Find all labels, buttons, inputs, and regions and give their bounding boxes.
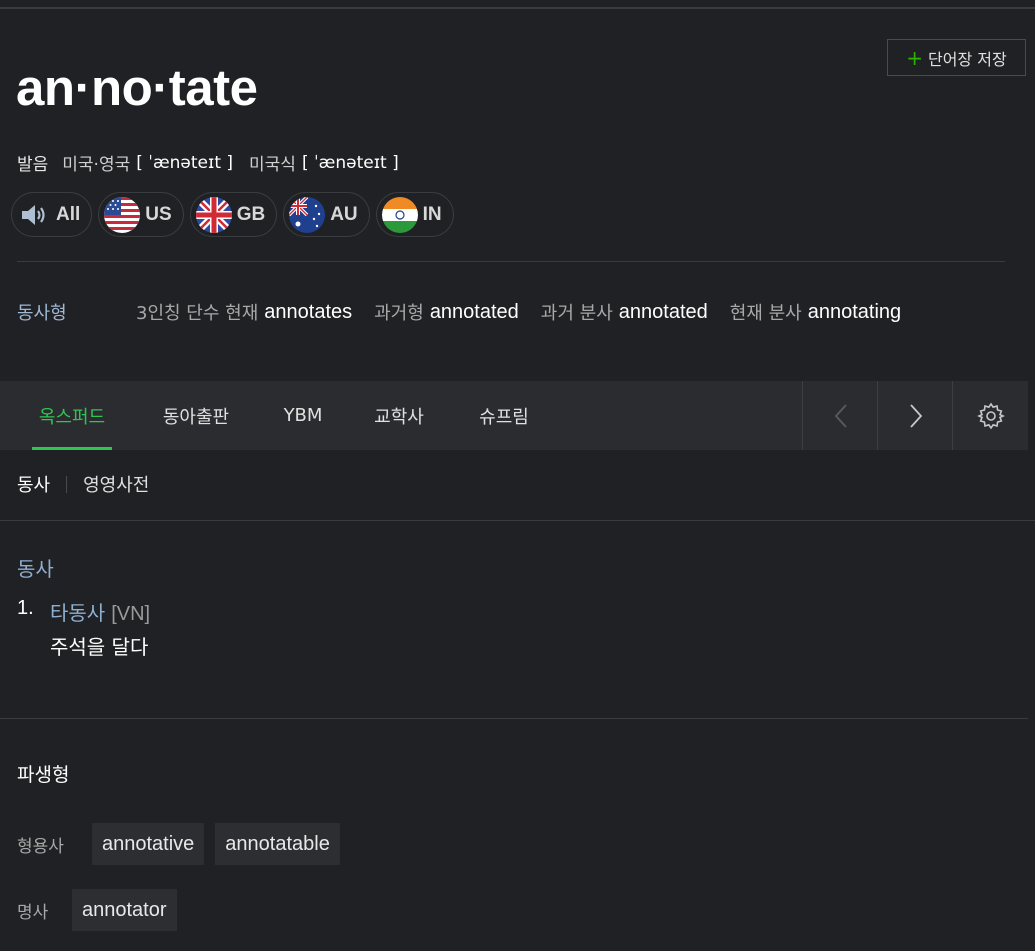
au-flag-icon xyxy=(289,196,326,233)
pronunciation-region: 미국·영국 xyxy=(62,155,131,175)
verb-form-label: 3인칭 단수 현재 xyxy=(136,303,259,324)
verb-form-value[interactable]: annotating xyxy=(808,301,901,324)
derivative-pos-label: 명사 xyxy=(17,902,49,923)
play-us-button[interactable]: US xyxy=(98,192,184,237)
pronunciation-label: 발음 xyxy=(17,155,49,175)
speaker-icon xyxy=(17,198,51,232)
tab-label: 교학사 xyxy=(374,406,424,428)
us-flag-icon xyxy=(104,196,141,233)
headword: an·no·tate xyxy=(16,59,258,116)
sense-number: 1. xyxy=(17,597,34,619)
plus-icon: + xyxy=(906,45,924,70)
pronunciation-region: 미국식 xyxy=(249,155,296,175)
tab-label: YBM xyxy=(283,405,323,426)
gb-flag-icon xyxy=(195,196,232,233)
audio-label: US xyxy=(145,203,172,225)
derivative-group-adjective: 형용사 annotative annotatable xyxy=(17,823,351,865)
chevron-right-icon xyxy=(909,403,922,428)
verb-form-value[interactable]: annotates xyxy=(264,301,352,324)
pronunciation-ipa: [ ˈænəteɪt ] xyxy=(136,152,234,173)
play-gb-button[interactable]: GB xyxy=(189,192,278,237)
derivative-word-chip[interactable]: annotator xyxy=(72,889,177,931)
subtab-verb[interactable]: 동사 xyxy=(17,471,50,497)
tab-ybm[interactable]: YBM xyxy=(274,381,332,450)
tab-label: 슈프림 xyxy=(479,406,529,428)
sub-tabs: 동사 영영사전 xyxy=(17,471,149,497)
subtab-english-english[interactable]: 영영사전 xyxy=(83,471,149,497)
save-to-wordbook-button[interactable]: + 단어장 저장 xyxy=(887,39,1026,76)
tab-supreme[interactable]: 슈프림 xyxy=(468,381,540,450)
verb-form-label: 과거형 xyxy=(374,303,424,324)
part-of-speech-title: 동사 xyxy=(17,557,54,581)
prev-button[interactable] xyxy=(802,381,878,450)
tab-oxford[interactable]: 옥스퍼드 xyxy=(32,381,112,450)
sense-pattern: [VN] xyxy=(111,603,151,625)
save-button-label: 단어장 저장 xyxy=(928,49,1007,69)
verb-forms: 동사형 3인칭 단수 현재 annotates 과거형 annotated 과거… xyxy=(17,299,923,325)
tab-donga[interactable]: 동아출판 xyxy=(150,381,242,450)
derivatives-title: 파생형 xyxy=(17,764,70,786)
tab-kyohak[interactable]: 교학사 xyxy=(362,381,436,450)
sense-type: 타동사 xyxy=(50,601,106,625)
derivative-group-noun: 명사 annotator xyxy=(17,889,188,931)
dictionary-tab-bar: 옥스퍼드 동아출판 YBM 교학사 슈프림 xyxy=(0,381,1028,450)
sense-meaning: 주석을 달다 xyxy=(50,635,149,659)
divider xyxy=(0,520,1035,521)
next-button[interactable] xyxy=(877,381,953,450)
verb-forms-label: 동사형 xyxy=(17,303,67,324)
tab-label: 동아출판 xyxy=(162,406,230,428)
derivative-word-chip[interactable]: annotative xyxy=(92,823,205,865)
in-flag-icon xyxy=(381,196,418,233)
sense-grammar: 타동사 [VN] xyxy=(50,597,150,626)
audio-label: AU xyxy=(330,203,358,225)
derivative-word-chip[interactable]: annotatable xyxy=(215,823,340,865)
verb-form-label: 현재 분사 xyxy=(729,303,802,324)
top-border xyxy=(0,7,1035,9)
verb-form-label: 과거 분사 xyxy=(540,303,613,324)
settings-button[interactable] xyxy=(952,381,1029,450)
divider xyxy=(17,261,1005,262)
divider xyxy=(0,718,1028,719)
derivative-pos-label: 형용사 xyxy=(17,836,64,857)
verb-form-value[interactable]: annotated xyxy=(619,301,708,324)
audio-label: IN xyxy=(422,203,442,225)
audio-label: All xyxy=(56,203,81,225)
gear-icon xyxy=(977,402,1005,429)
play-in-button[interactable]: IN xyxy=(375,192,454,237)
play-au-button[interactable]: AU xyxy=(283,192,370,237)
audio-buttons: All US GB AU IN xyxy=(11,192,454,237)
tab-label: 옥스퍼드 xyxy=(38,406,106,428)
play-all-button[interactable]: All xyxy=(11,192,93,237)
subtab-separator xyxy=(66,475,68,493)
audio-label: GB xyxy=(236,203,266,225)
chevron-left-icon xyxy=(834,403,847,428)
pronunciation-ipa: [ ˈænəteɪt ] xyxy=(301,152,399,173)
verb-form-value[interactable]: annotated xyxy=(430,301,519,324)
active-tab-indicator xyxy=(32,447,112,450)
pronunciation-line: 발음 미국·영국 [ ˈænəteɪt ] 미국식 [ ˈænəteɪt ] xyxy=(17,150,415,176)
